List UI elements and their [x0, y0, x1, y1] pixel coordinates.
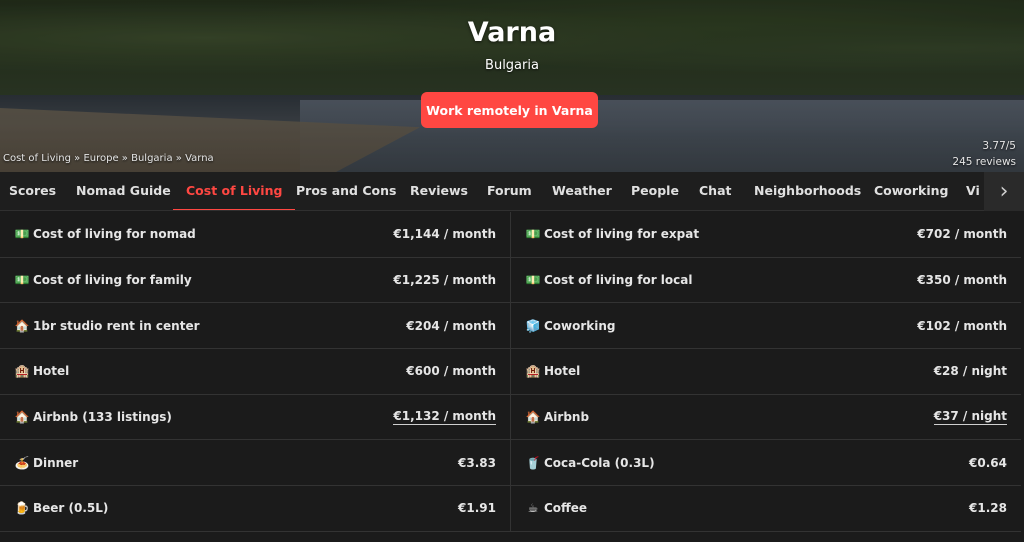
tabs-next-arrow-icon[interactable]: ›: [984, 172, 1024, 211]
cost-label: Cost of living for nomad: [33, 227, 196, 242]
tab-chat[interactable]: Chat: [699, 172, 731, 210]
breadcrumb: Cost of Living » Europe » Bulgaria » Var…: [3, 153, 214, 164]
dinner-icon: 🍝: [14, 455, 30, 470]
cost-row: 🍝 Dinner €3.83: [0, 440, 510, 487]
tab-coworking[interactable]: Coworking: [874, 172, 949, 210]
cost-row: 💵 Cost of living for local €350 / month: [511, 258, 1021, 304]
cost-value-link[interactable]: €37 / night: [933, 409, 1007, 426]
soda-icon: 🥤: [525, 455, 541, 470]
country-name: Bulgaria: [485, 58, 539, 73]
cost-label: Cost of living for expat: [544, 227, 700, 242]
column-divider: [510, 212, 511, 532]
cost-row: 💵 Cost of living for expat €702 / month: [511, 212, 1021, 258]
tab-forum[interactable]: Forum: [487, 172, 532, 210]
coworking-icon: 🧊: [525, 318, 541, 333]
hotel-icon: 🏨: [525, 364, 541, 379]
breadcrumb-sep: »: [70, 153, 84, 164]
cost-label: Beer (0.5L): [33, 501, 109, 516]
cost-row: 🏠 Airbnb (133 listings) €1,132 / month: [0, 395, 510, 441]
rating-score: 3.77/5: [982, 140, 1016, 152]
cost-value: €702 / month: [917, 227, 1007, 242]
cost-grid: 💵 Cost of living for nomad €1,144 / month 💵…: [0, 212, 1024, 532]
cost-value: €0.64: [969, 455, 1007, 470]
cost-value: €600 / month: [406, 364, 496, 379]
cost-label: Coca-Cola (0.3L): [544, 455, 655, 470]
cost-label: 1br studio rent in center: [33, 318, 200, 333]
tab-cost-of-living[interactable]: Cost of Living: [172, 172, 296, 210]
cost-row: 🏨 Hotel €28 / night: [511, 349, 1021, 395]
cost-label: Cost of living for local: [544, 273, 693, 288]
cost-value: €1.28: [969, 501, 1007, 516]
house-icon: 🏠: [14, 410, 30, 425]
cost-value: €3.83: [458, 455, 496, 470]
cost-row: 💵 Cost of living for family €1,225 / month: [0, 258, 510, 304]
cost-label: Dinner: [33, 455, 79, 470]
breadcrumb-bulgaria[interactable]: Bulgaria: [131, 153, 172, 164]
cost-label: Airbnb: [544, 410, 590, 425]
cost-label: Cost of living for family: [33, 273, 192, 288]
tab-weather[interactable]: Weather: [552, 172, 612, 210]
money-icon: 💵: [525, 227, 541, 242]
cost-value: €1,225 / month: [393, 273, 496, 288]
cost-label: Hotel: [544, 364, 581, 379]
breadcrumb-sep: »: [118, 153, 132, 164]
cost-row: 🍺 Beer (0.5L) €1.91: [0, 486, 510, 532]
cost-value: €1,144 / month: [393, 227, 496, 242]
cost-value: €102 / month: [917, 318, 1007, 333]
money-icon: 💵: [525, 273, 541, 288]
cost-value-link[interactable]: €1,132 / month: [393, 409, 496, 426]
money-icon: 💵: [14, 273, 30, 288]
beer-icon: 🍺: [14, 501, 30, 516]
cost-row: 🏠 1br studio rent in center €204 / month: [0, 303, 510, 350]
hero-banner: Varna Bulgaria Work remotely in Varna Co…: [0, 0, 1024, 172]
tab-neighborhoods[interactable]: Neighborhoods: [754, 172, 861, 210]
rating-reviews: 245 reviews: [952, 156, 1016, 168]
breadcrumb-sep: »: [172, 153, 186, 164]
cost-label: Airbnb (133 listings): [33, 410, 172, 425]
cost-label: Coworking: [544, 318, 616, 333]
work-remotely-button[interactable]: Work remotely in Varna: [421, 92, 598, 128]
cost-row: 🧊 Coworking €102 / month: [511, 303, 1021, 350]
cost-label: Hotel: [33, 364, 70, 379]
city-title: Varna: [467, 17, 557, 48]
cost-value: €28 / night: [933, 364, 1007, 379]
cost-value: €1.91: [458, 501, 496, 516]
cost-row: ☕ Coffee €1.28: [511, 486, 1021, 532]
cost-value: €204 / month: [406, 318, 496, 333]
tab-pros-and-cons[interactable]: Pros and Cons: [296, 172, 396, 210]
house-icon: 🏠: [525, 410, 541, 425]
tab-videos[interactable]: Vi: [966, 172, 980, 210]
rating-box[interactable]: 3.77/5 245 reviews: [952, 138, 1016, 170]
tab-nomad-guide[interactable]: Nomad Guide: [76, 172, 171, 210]
cost-row: 💵 Cost of living for nomad €1,144 / month: [0, 212, 510, 258]
hotel-icon: 🏨: [14, 364, 30, 379]
breadcrumb-europe[interactable]: Europe: [83, 153, 118, 164]
cost-row: 🏨 Hotel €600 / month: [0, 349, 510, 395]
cost-column-right: 💵 Cost of living for expat €702 / month 💵 Co…: [511, 212, 1021, 532]
breadcrumb-cost-of-living[interactable]: Cost of Living: [3, 153, 71, 164]
cost-row: 🥤 Coca-Cola (0.3L) €0.64: [511, 440, 1021, 487]
app-root: Varna Bulgaria Work remotely in Varna Co…: [0, 0, 1024, 542]
cost-column-left: 💵 Cost of living for nomad €1,144 / month 💵…: [0, 212, 510, 532]
cost-value: €350 / month: [917, 273, 1007, 288]
tab-people[interactable]: People: [631, 172, 679, 210]
tab-bar: Scores Nomad Guide Cost of Living Pros a…: [0, 172, 1024, 211]
house-icon: 🏠: [14, 318, 30, 333]
cost-row: 🏠 Airbnb €37 / night: [511, 395, 1021, 441]
cost-label: Coffee: [544, 501, 588, 516]
money-icon: 💵: [14, 227, 30, 242]
coffee-icon: ☕: [527, 501, 539, 516]
tab-reviews[interactable]: Reviews: [410, 172, 468, 210]
breadcrumb-varna[interactable]: Varna: [185, 153, 214, 164]
tab-scores[interactable]: Scores: [9, 172, 56, 210]
